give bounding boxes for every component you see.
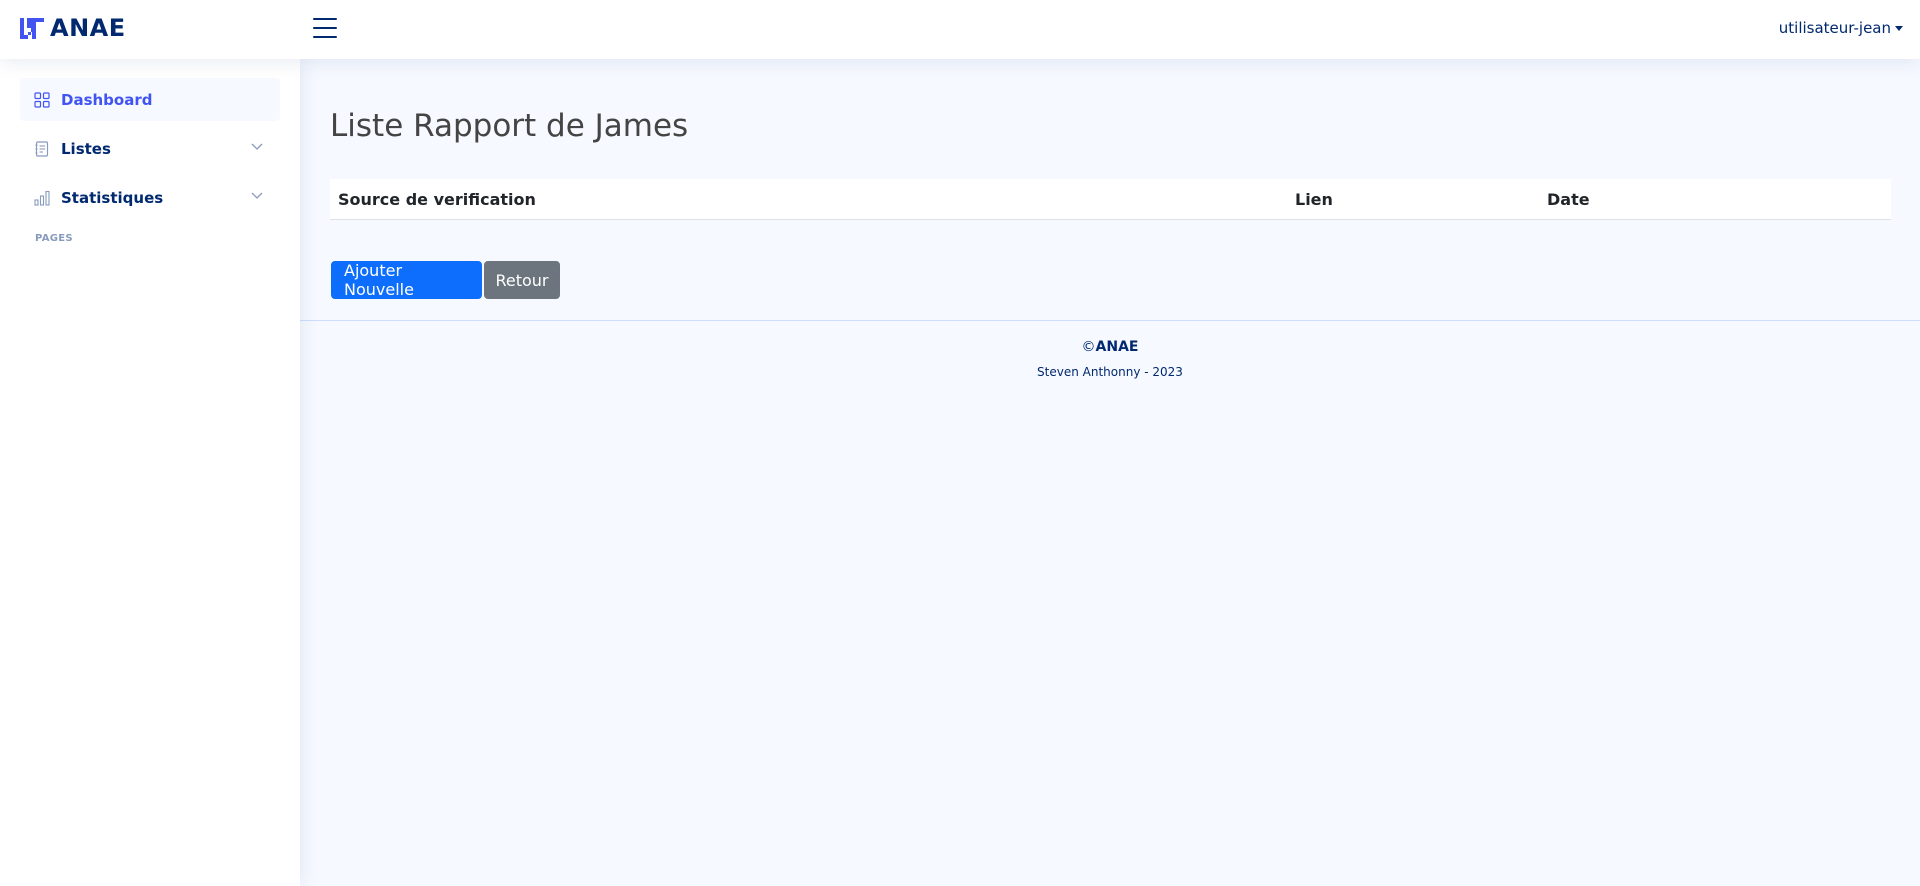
back-button[interactable]: Retour bbox=[484, 261, 560, 299]
top-header: ANAE utilisateur-jean bbox=[0, 0, 1920, 59]
logo-icon bbox=[20, 18, 44, 39]
sidebar-item-label: Dashboard bbox=[61, 90, 153, 109]
sidebar-item-label: Statistiques bbox=[61, 188, 164, 207]
footer: ©ANAE Steven Anthonny - 2023 bbox=[300, 320, 1920, 400]
copyright-name: ANAE bbox=[1095, 339, 1139, 355]
user-dropdown[interactable]: utilisateur-jean bbox=[1779, 19, 1903, 37]
report-table: Source de verification Lien Date bbox=[330, 179, 1891, 220]
sidebar-toggle-button[interactable] bbox=[313, 18, 337, 40]
page-title: Liste Rapport de James bbox=[330, 108, 689, 144]
sidebar-item-label: Listes bbox=[61, 139, 111, 158]
bar-chart-icon bbox=[34, 190, 50, 206]
action-buttons: Ajouter Nouvelle Retour bbox=[331, 261, 560, 299]
user-name: utilisateur-jean bbox=[1778, 19, 1891, 37]
logo-text: ANAE bbox=[50, 14, 126, 42]
column-header-lien: Lien bbox=[1295, 189, 1333, 209]
table-header-row: Source de verification Lien Date bbox=[330, 179, 1891, 219]
sidebar-item-listes[interactable]: Listes bbox=[20, 127, 280, 170]
menu-icon bbox=[313, 18, 337, 20]
column-header-source: Source de verification bbox=[338, 189, 536, 209]
sidebar-item-dashboard[interactable]: Dashboard bbox=[20, 78, 280, 121]
sidebar-item-statistiques[interactable]: Statistiques bbox=[20, 176, 280, 219]
add-new-button[interactable]: Ajouter Nouvelle bbox=[331, 261, 482, 299]
credits: Steven Anthonny - 2023 bbox=[1037, 365, 1183, 379]
logo[interactable]: ANAE bbox=[19, 16, 126, 40]
grid-icon bbox=[34, 91, 50, 108]
chevron-down-icon bbox=[251, 192, 263, 199]
main-content: Liste Rapport de James Source de verific… bbox=[300, 59, 1920, 886]
sidebar: Dashboard Listes Statistiques PAGES bbox=[0, 59, 300, 886]
copyright: ©ANAE bbox=[1081, 339, 1139, 355]
column-header-date: Date bbox=[1547, 189, 1590, 209]
journal-text-icon bbox=[34, 140, 50, 157]
sidebar-heading-pages: PAGES bbox=[35, 233, 73, 244]
caret-down-icon bbox=[1895, 25, 1903, 31]
chevron-down-icon bbox=[251, 143, 263, 150]
